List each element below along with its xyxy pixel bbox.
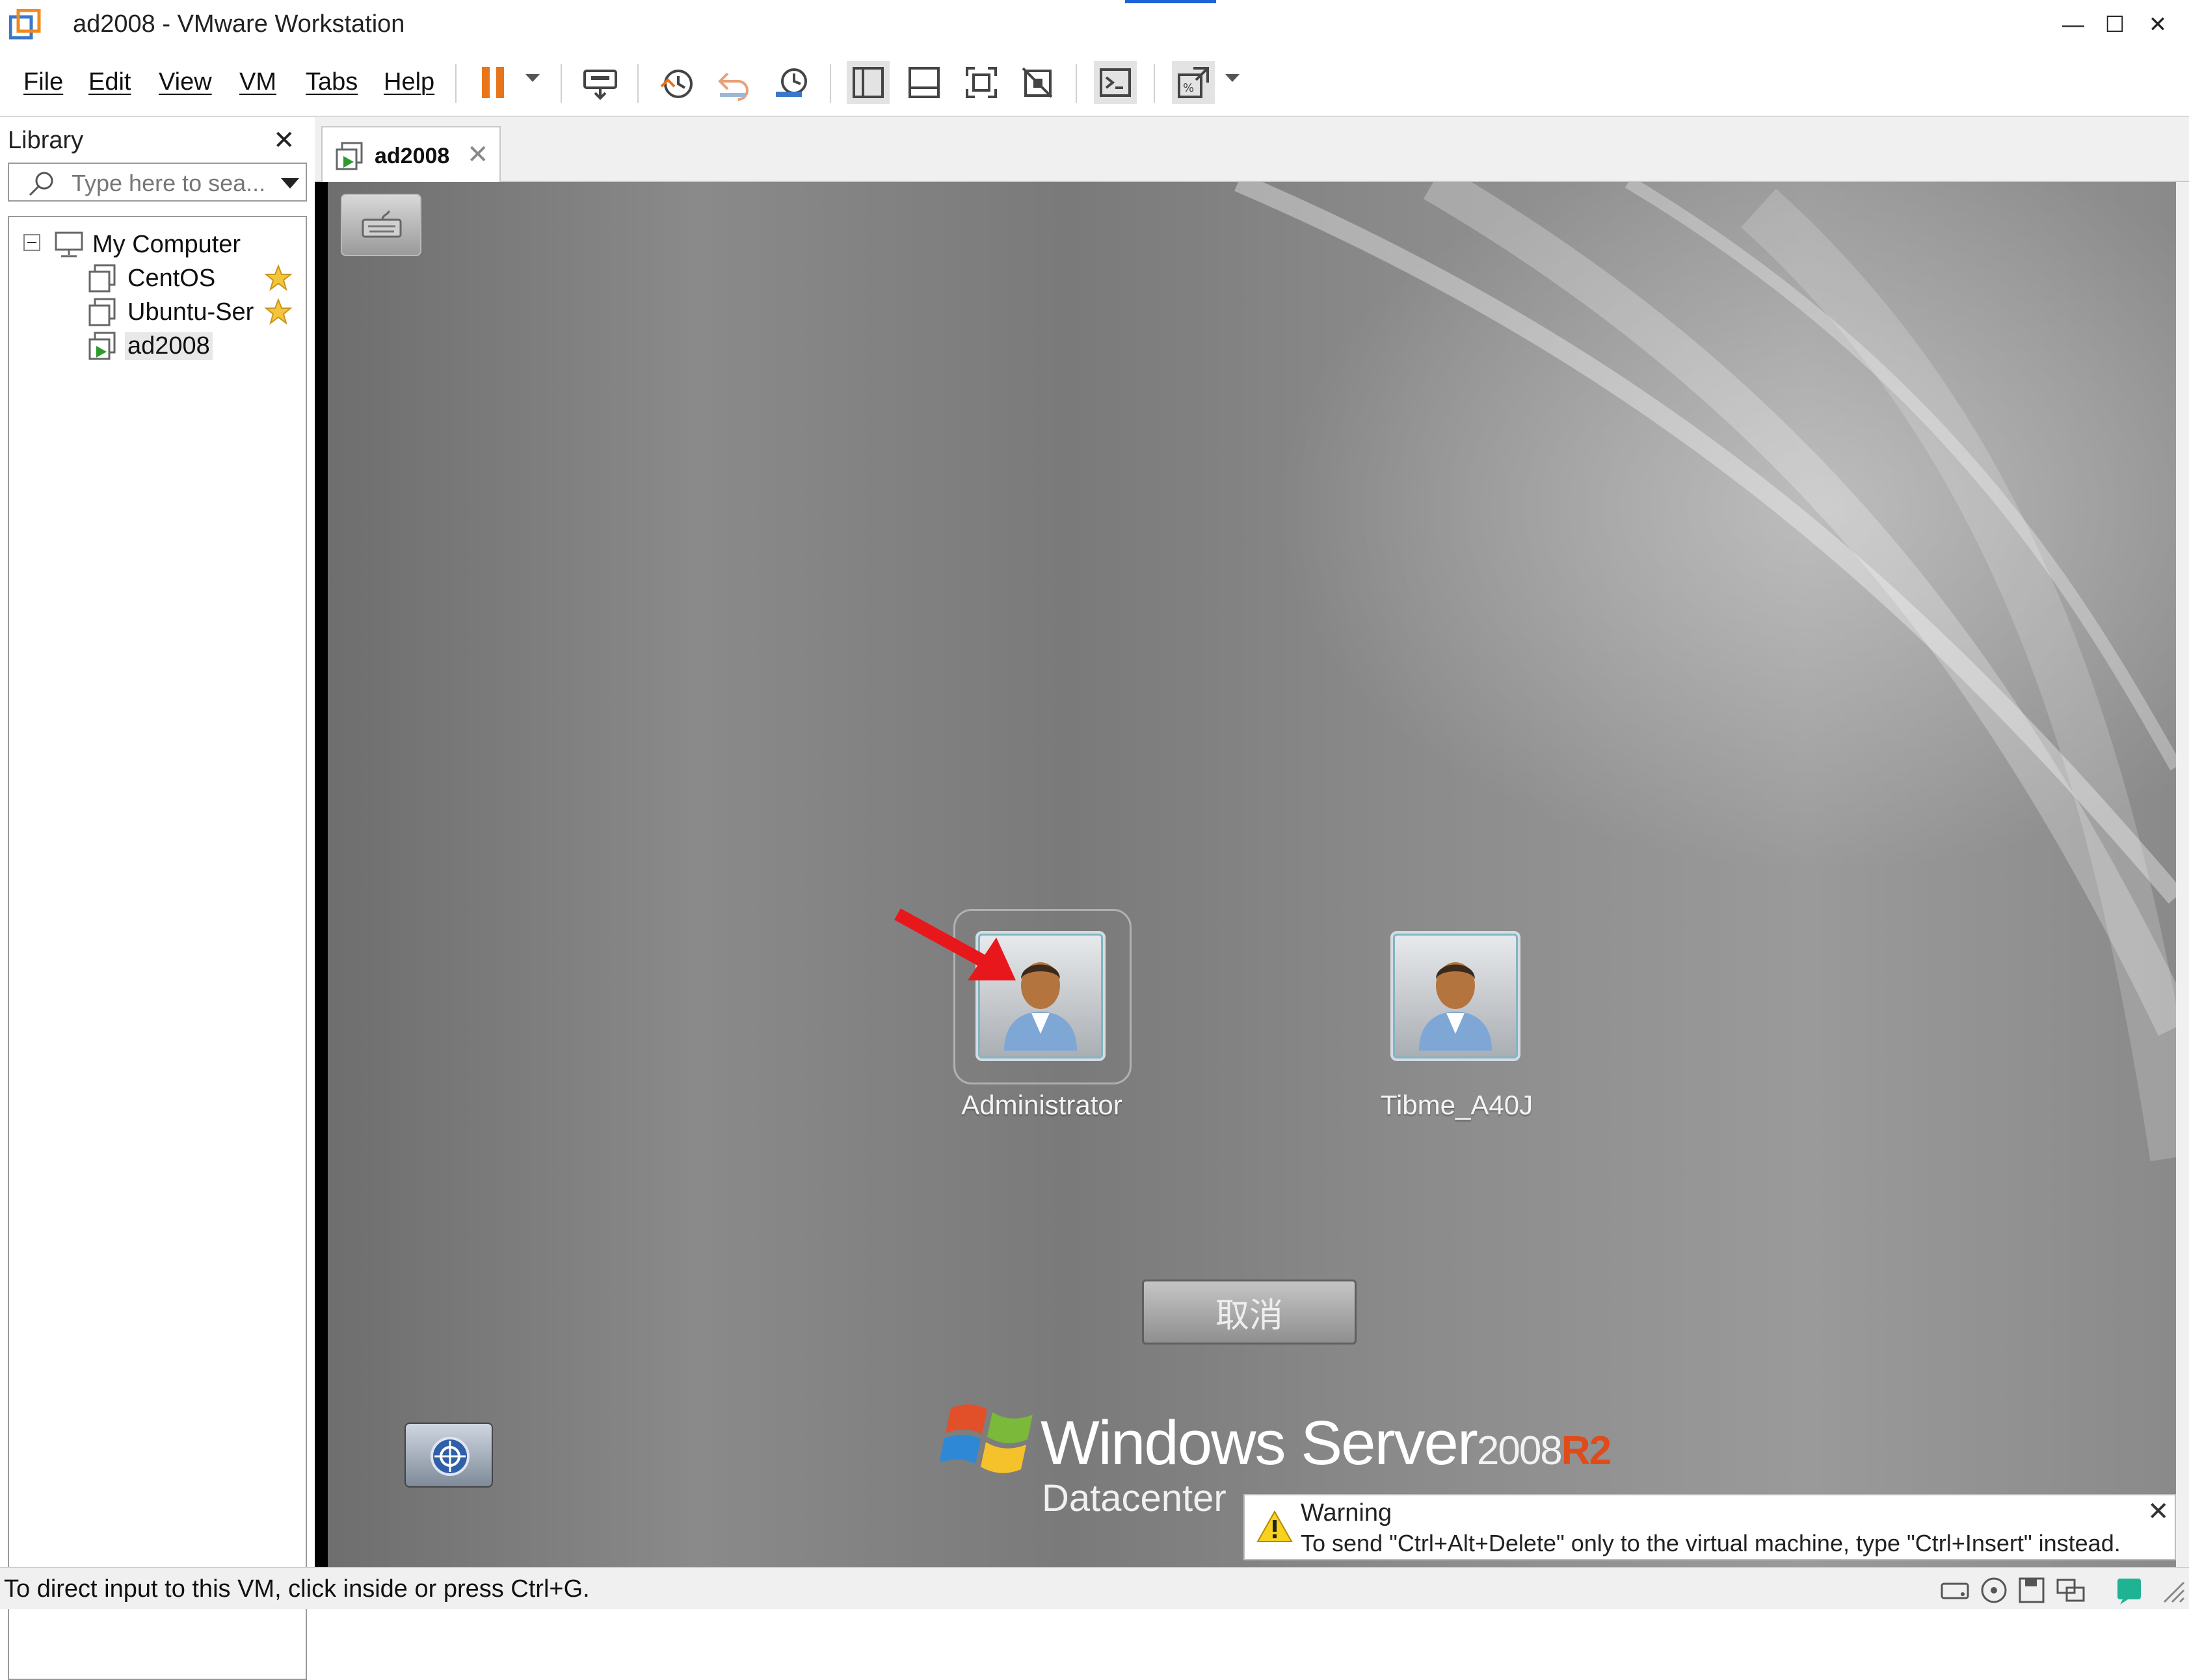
tree-item-label: My Computer <box>92 230 241 258</box>
warning-icon <box>1256 1510 1293 1542</box>
message-log-icon[interactable] <box>2114 1575 2145 1605</box>
tree-item-ad2008[interactable]: ad2008 <box>125 329 213 363</box>
vmware-app-icon <box>9 9 41 40</box>
library-tree: My Computer CentOS Ubuntu-Ser ad2008 <box>8 216 307 1680</box>
vm-icon <box>88 264 116 293</box>
favorite-star-icon <box>264 264 293 291</box>
status-bar: To direct input to this VM, click inside… <box>0 1567 2189 1609</box>
stretch-guest-icon[interactable]: % <box>1172 61 1215 104</box>
send-ctrl-alt-del-icon[interactable] <box>579 61 622 104</box>
brand-version: 2008 <box>1476 1428 1563 1473</box>
menu-view[interactable]: View <box>159 65 212 99</box>
window-title: ad2008 - VMware Workstation <box>73 10 405 38</box>
network-adapter-icon[interactable] <box>2055 1575 2086 1605</box>
maximize-button[interactable]: ☐ <box>2095 7 2134 43</box>
floppy-icon[interactable] <box>2016 1575 2047 1605</box>
computer-icon <box>55 231 83 257</box>
title-bar: ad2008 - VMware Workstation — ☐ ✕ <box>0 0 2189 49</box>
vm-icon <box>88 298 116 326</box>
cd-dvd-icon[interactable] <box>1978 1575 2010 1605</box>
ease-of-access-icon <box>431 1437 470 1476</box>
tree-item-centos[interactable]: CentOS <box>125 261 218 295</box>
ease-of-access-button[interactable] <box>405 1423 493 1488</box>
user-tile-tibme[interactable] <box>1390 931 1520 1061</box>
search-dropdown-icon[interactable] <box>281 178 299 189</box>
vm-right-edge <box>2176 182 2189 1567</box>
warning-notification[interactable]: Warning To send "Ctrl+Alt+Delete" only t… <box>1243 1494 2176 1560</box>
minimize-button[interactable]: — <box>2054 7 2093 43</box>
warning-text: To send "Ctrl+Alt+Delete" only to the vi… <box>1301 1530 2121 1556</box>
warning-title: Warning <box>1301 1499 1392 1527</box>
toolbar-separator <box>1076 64 1077 103</box>
close-button[interactable]: ✕ <box>2138 7 2177 43</box>
library-close-icon[interactable]: ✕ <box>273 124 295 157</box>
power-dropdown-icon[interactable] <box>525 74 540 82</box>
menu-file[interactable]: File <box>23 65 63 99</box>
tree-item-ubuntu[interactable]: Ubuntu-Ser <box>125 295 256 329</box>
console-icon[interactable] <box>1094 61 1137 104</box>
menu-vm[interactable]: VM <box>239 65 276 99</box>
search-icon <box>29 172 53 196</box>
cancel-button[interactable]: 取消 <box>1142 1280 1357 1345</box>
library-search[interactable] <box>8 163 307 202</box>
brand-edition: Datacenter <box>1042 1477 1227 1519</box>
tree-item-label: CentOS <box>127 264 216 292</box>
tab-strip: ad2008 ✕ <box>315 117 2189 183</box>
keyboard-icon <box>362 210 402 238</box>
warning-close-icon[interactable]: ✕ <box>2147 1495 2169 1528</box>
tree-item-label: ad2008 <box>125 332 213 360</box>
toolbar-separator <box>1154 64 1155 103</box>
user-name-tibme[interactable]: Tibme_A40J <box>1327 1090 1587 1121</box>
snapshot-manager-icon[interactable] <box>770 61 813 104</box>
menu-tabs[interactable]: Tabs <box>306 65 358 99</box>
tab-close-icon[interactable]: ✕ <box>467 139 489 170</box>
pause-icon[interactable] <box>472 61 515 104</box>
show-library-icon[interactable] <box>847 61 890 104</box>
vm-running-icon <box>336 142 363 170</box>
resize-grip-icon[interactable] <box>2156 1575 2188 1605</box>
tab-label: ad2008 <box>375 144 450 168</box>
favorite-star-icon <box>264 298 293 325</box>
revert-snapshot-icon[interactable] <box>713 61 756 104</box>
on-screen-keyboard-button[interactable] <box>341 194 421 256</box>
tree-collapse-icon[interactable] <box>23 234 40 251</box>
library-title: Library <box>8 127 84 154</box>
menu-toolbar: File Edit View VM Tabs Help % <box>0 49 2189 117</box>
svg-text:%: % <box>1183 81 1194 95</box>
menu-edit[interactable]: Edit <box>88 65 131 99</box>
toolbar-separator <box>561 64 562 103</box>
background-swoosh <box>1234 182 2176 1162</box>
library-panel: Library ✕ My Computer CentOS <box>0 117 315 1680</box>
toolbar-separator <box>830 64 831 103</box>
stretch-dropdown-icon[interactable] <box>1225 74 1240 82</box>
unity-icon[interactable] <box>1016 61 1059 104</box>
status-text: To direct input to this VM, click inside… <box>4 1575 590 1603</box>
tree-item-label: Ubuntu-Ser <box>127 298 254 326</box>
vm-running-icon <box>88 332 116 360</box>
library-search-input[interactable] <box>72 169 267 198</box>
vm-console-screen[interactable] <box>328 182 2176 1567</box>
title-accent-line <box>1125 0 1216 3</box>
brand-name: Windows Server <box>1041 1408 1478 1478</box>
thumbnail-bar-icon[interactable] <box>903 61 946 104</box>
windows-server-brand: Windows Server2008R2 <box>1041 1408 1612 1484</box>
toolbar-separator <box>455 64 457 103</box>
snapshot-icon[interactable] <box>656 61 698 104</box>
menu-help[interactable]: Help <box>384 65 434 99</box>
brand-suffix: R2 <box>1561 1428 1612 1473</box>
red-arrow-annotation <box>894 908 1016 980</box>
user-avatar-icon <box>1419 962 1492 1051</box>
windows-logo-icon <box>940 1404 1033 1473</box>
tab-ad2008[interactable]: ad2008 ✕ <box>321 126 501 183</box>
toolbar-separator <box>637 64 639 103</box>
tree-item-my-computer[interactable]: My Computer <box>90 228 243 261</box>
hard-disk-icon[interactable] <box>1939 1575 1970 1605</box>
full-screen-icon[interactable] <box>960 61 1003 104</box>
user-name-administrator[interactable]: Administrator <box>912 1090 1172 1121</box>
